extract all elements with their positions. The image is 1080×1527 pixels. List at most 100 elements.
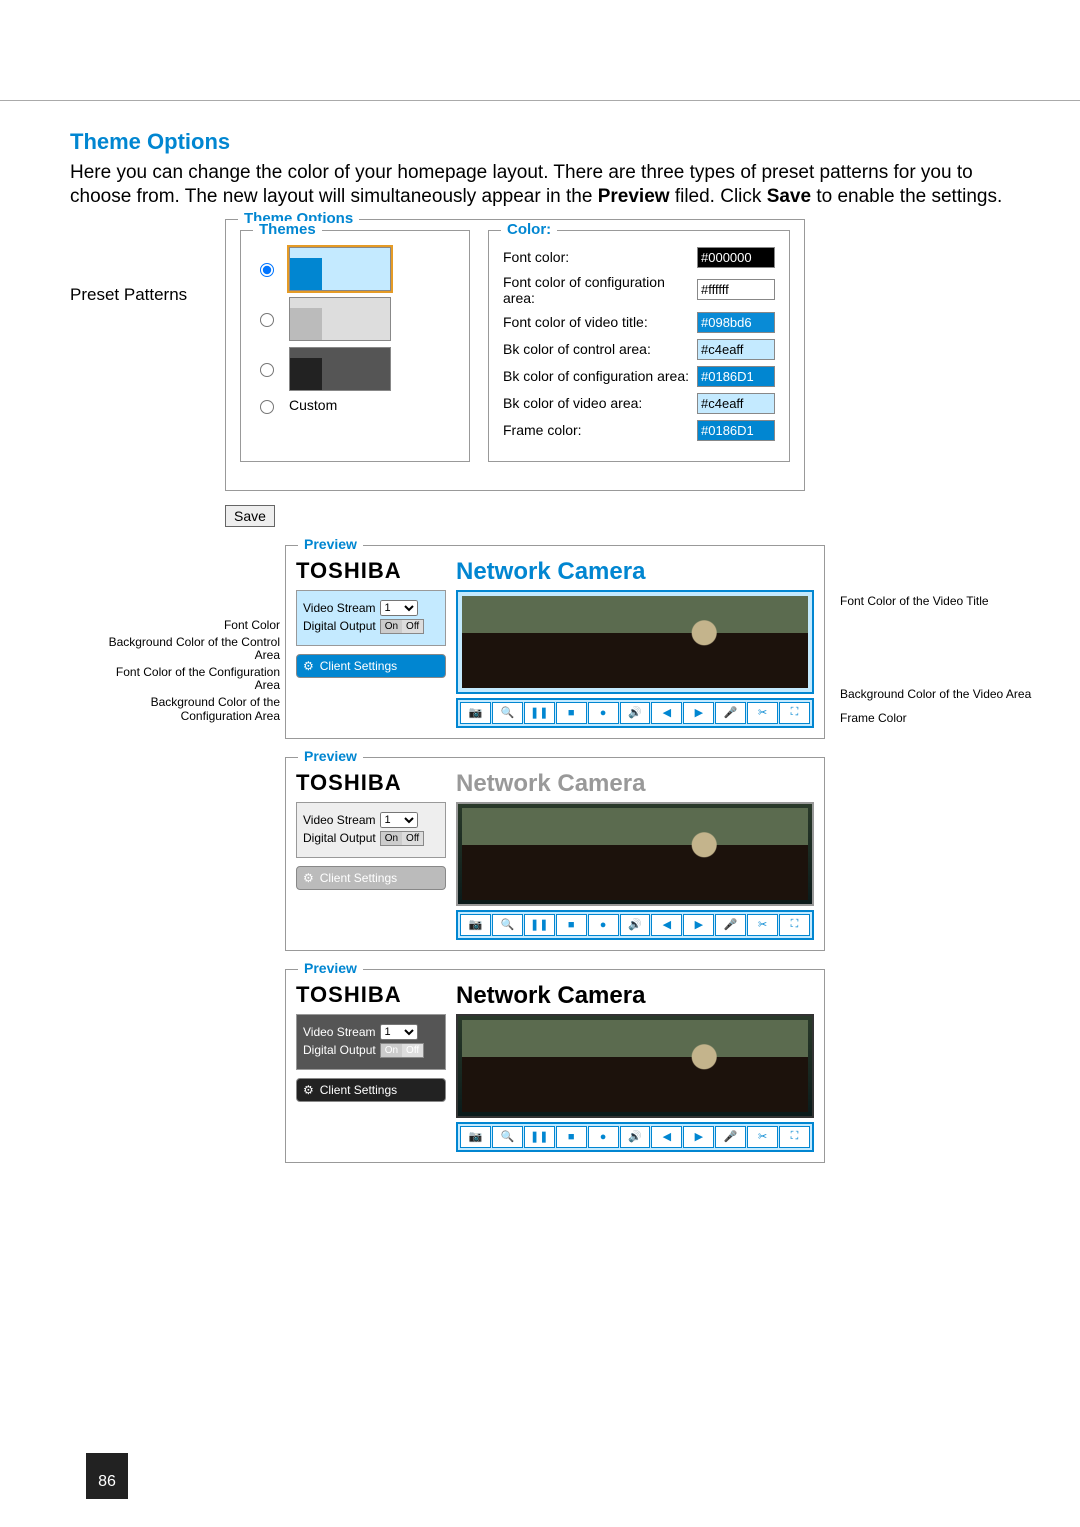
preview-legend-3: Preview — [298, 960, 363, 976]
tb-btn[interactable]: ■ — [556, 702, 587, 724]
tb-btn[interactable]: ✂ — [747, 1126, 778, 1148]
bk-control-input[interactable] — [697, 339, 775, 360]
tb-btn[interactable]: ⛶ — [779, 1126, 810, 1148]
digital-output-toggle-2[interactable]: OnOff — [380, 831, 425, 846]
client-settings-label-2: Client Settings — [320, 871, 397, 885]
tb-btn[interactable]: 🔊 — [620, 914, 651, 936]
page-number: 86 — [86, 1453, 128, 1499]
color-group: Color: Font color: Font color of configu… — [488, 230, 790, 462]
tb-btn[interactable]: 🔍 — [492, 1126, 523, 1148]
tb-btn[interactable]: ◀ — [651, 702, 682, 724]
gear-icon: ⚙ — [303, 1083, 314, 1097]
font-video-input[interactable] — [697, 312, 775, 333]
tb-btn[interactable]: 📷 — [460, 1126, 491, 1148]
preview-panel-2: Preview TOSHIBA Video Stream1 Digital Ou… — [285, 757, 825, 951]
theme-swatch-2[interactable] — [289, 297, 391, 341]
preset-patterns-label: Preset Patterns — [70, 285, 187, 305]
font-cfg-input[interactable] — [697, 279, 775, 300]
tb-btn[interactable]: ◀ — [651, 1126, 682, 1148]
intro-save-word: Save — [767, 186, 811, 207]
video-stream-select-2[interactable]: 1 — [380, 812, 418, 828]
tb-btn[interactable]: 🎤 — [715, 702, 746, 724]
preview-panel-1: Preview TOSHIBA Video Stream1 Digital Ou… — [285, 545, 825, 739]
callout-bg-control: Background Color of the Control Area — [105, 636, 280, 662]
tb-btn[interactable]: ▶ — [683, 702, 714, 724]
tb-btn[interactable]: ● — [588, 1126, 619, 1148]
tb-btn[interactable]: 📷 — [460, 702, 491, 724]
digital-output-label-1: Digital Output — [303, 619, 376, 633]
tb-btn[interactable]: ⛶ — [779, 914, 810, 936]
tb-btn[interactable]: ● — [588, 702, 619, 724]
tb-btn[interactable]: ■ — [556, 914, 587, 936]
bk-cfg-label: Bk color of configuration area: — [503, 368, 697, 384]
brand-3: TOSHIBA — [296, 982, 446, 1008]
theme-custom-label: Custom — [289, 397, 337, 413]
client-settings-btn-3[interactable]: ⚙Client Settings — [296, 1078, 446, 1102]
theme-radio-custom[interactable] — [260, 400, 274, 414]
tb-btn[interactable]: ❚❚ — [524, 914, 555, 936]
tb-btn[interactable]: ◀ — [651, 914, 682, 936]
tb-btn[interactable]: ■ — [556, 1126, 587, 1148]
tb-btn[interactable]: ● — [588, 914, 619, 936]
tb-btn[interactable]: 🔍 — [492, 702, 523, 724]
bk-control-label: Bk color of control area: — [503, 341, 697, 357]
theme-radio-1[interactable] — [260, 263, 274, 277]
tb-btn[interactable]: ✂ — [747, 914, 778, 936]
video-stream-select-3[interactable]: 1 — [380, 1024, 418, 1040]
tb-btn[interactable]: 🔊 — [620, 1126, 651, 1148]
callout-font-video-title: Font Color of the Video Title — [840, 595, 1055, 609]
theme-radio-3[interactable] — [260, 363, 274, 377]
control-area-2: Video Stream 1 Digital Output OnOff — [296, 802, 446, 858]
save-button[interactable]: Save — [225, 505, 275, 527]
font-video-label: Font color of video title: — [503, 314, 697, 330]
theme-swatch-3[interactable] — [289, 347, 391, 391]
theme-options-group: Theme Options Themes — [225, 219, 805, 491]
tb-btn[interactable]: 🔍 — [492, 914, 523, 936]
bk-video-input[interactable] — [697, 393, 775, 414]
gear-icon: ⚙ — [303, 871, 314, 885]
tb-btn[interactable]: ▶ — [683, 1126, 714, 1148]
tb-btn[interactable]: 🎤 — [715, 1126, 746, 1148]
digital-output-label-3: Digital Output — [303, 1043, 376, 1057]
video-stream-label-3: Video Stream — [303, 1025, 376, 1039]
tb-btn[interactable]: 🔊 — [620, 702, 651, 724]
video-toolbar-2: 📷 🔍 ❚❚ ■ ● 🔊 ◀ ▶ 🎤 ✂ ⛶ — [456, 910, 814, 940]
control-area-3: Video Stream 1 Digital Output OnOff — [296, 1014, 446, 1070]
page-header-bar — [0, 0, 1080, 101]
intro-paragraph: Here you can change the color of your ho… — [70, 161, 1010, 209]
intro-text-2: filed. Click — [670, 186, 767, 207]
tb-btn[interactable]: ✂ — [747, 702, 778, 724]
bk-cfg-input[interactable] — [697, 366, 775, 387]
client-settings-btn-1[interactable]: ⚙Client Settings — [296, 654, 446, 678]
video-area-3 — [456, 1014, 814, 1118]
intro-text-3: to enable the settings. — [811, 186, 1002, 207]
client-settings-btn-2[interactable]: ⚙ Client Settings — [296, 866, 446, 890]
tb-btn[interactable]: ❚❚ — [524, 1126, 555, 1148]
brand-2: TOSHIBA — [296, 770, 446, 796]
video-toolbar-3: 📷 🔍 ❚❚ ■ ● 🔊 ◀ ▶ 🎤 ✂ ⛶ — [456, 1122, 814, 1152]
preview-legend-1: Preview — [298, 536, 363, 552]
tb-btn[interactable]: ⛶ — [779, 702, 810, 724]
theme-swatch-1[interactable] — [289, 247, 391, 291]
frame-input[interactable] — [697, 420, 775, 441]
digital-output-label-2: Digital Output — [303, 831, 376, 845]
bk-video-label: Bk color of video area: — [503, 395, 697, 411]
video-stream-label-2: Video Stream — [303, 813, 376, 827]
callout-bg-cfg: Background Color of the Configuration Ar… — [105, 696, 280, 722]
video-stream-label-1: Video Stream — [303, 601, 376, 615]
font-color-input[interactable] — [697, 247, 775, 268]
digital-output-toggle-3[interactable]: OnOff — [380, 1043, 425, 1058]
tb-btn[interactable]: ▶ — [683, 914, 714, 936]
tb-btn[interactable]: ❚❚ — [524, 702, 555, 724]
themes-legend: Themes — [253, 221, 322, 238]
tb-btn[interactable]: 🎤 — [715, 914, 746, 936]
intro-preview-word: Preview — [598, 186, 670, 207]
camera-title-1: Network Camera — [456, 558, 814, 586]
preview-legend-2: Preview — [298, 748, 363, 764]
video-stream-select-1[interactable]: 1 — [380, 600, 418, 616]
camera-title-2: Network Camera — [456, 770, 814, 798]
theme-radio-2[interactable] — [260, 313, 274, 327]
callout-font-cfg: Font Color of the Configuration Area — [105, 666, 280, 692]
digital-output-toggle-1[interactable]: OnOff — [380, 619, 425, 634]
tb-btn[interactable]: 📷 — [460, 914, 491, 936]
